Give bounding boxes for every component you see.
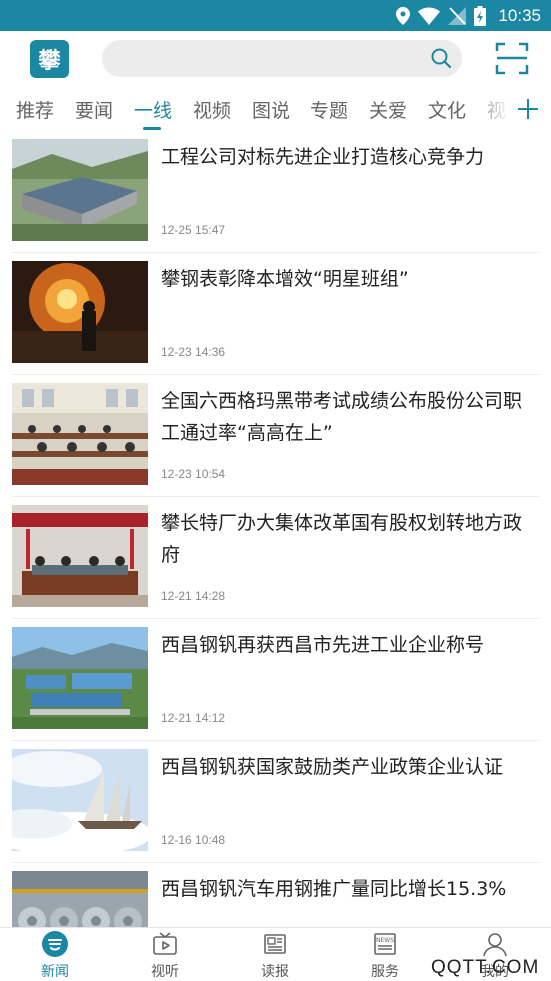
status-time: 10:35 <box>498 5 541 25</box>
news-list: 工程公司对标先进企业打造核心竞争力 12-25 15:47 攀钢表彰降本增效“明… <box>0 131 551 927</box>
location-icon <box>396 6 411 25</box>
nav-news[interactable]: 新闻 <box>15 928 95 981</box>
active-tab-indicator <box>143 127 161 130</box>
tab-culture[interactable]: 文化 <box>428 96 466 123</box>
channel-tabs: 推荐 要闻 一线 视频 图说 专题 关爱 文化 视 <box>0 89 551 131</box>
news-time: 12-21 14:28 <box>161 589 226 603</box>
tab-frontline[interactable]: 一线 <box>134 96 172 123</box>
nav-read-paper[interactable]: 读报 <box>235 928 315 981</box>
news-time: 12-23 14:36 <box>161 345 226 359</box>
news-thumbnail-meeting <box>12 505 148 607</box>
nav-label: 服务 <box>371 964 399 980</box>
news-item[interactable]: 西昌钢钒汽车用钢推广量同比增长15.3% <box>0 863 551 927</box>
nav-service[interactable]: NEWS 服务 <box>345 928 425 981</box>
news-item[interactable]: 攀钢表彰降本增效“明星班组” 12-23 14:36 <box>0 253 551 375</box>
nav-label: 新闻 <box>41 964 69 980</box>
search-icon[interactable] <box>430 47 452 69</box>
news-thumbnail-furnace <box>12 261 148 363</box>
user-icon <box>483 933 507 957</box>
app-logo[interactable]: 攀 <box>30 40 69 78</box>
news-time: 12-23 10:54 <box>161 467 226 481</box>
nav-audio-video[interactable]: 视听 <box>125 928 205 981</box>
news-title: 西昌钢钒获国家鼓励类产业政策企业认证 <box>161 756 504 778</box>
news-thumbnail-industrial-park <box>12 627 148 729</box>
wifi-icon <box>418 7 441 25</box>
status-bar: 10:35 <box>0 0 551 31</box>
nav-label: 读报 <box>261 964 289 980</box>
status-icons: 10:35 <box>396 0 541 31</box>
news-thumbnail-steel-coils <box>12 871 148 927</box>
watermark-text: QQTT.COM <box>431 957 540 978</box>
news-title: 攀钢表彰降本增效“明星班组” <box>161 268 409 290</box>
search-input[interactable] <box>102 40 462 77</box>
news-item[interactable]: 西昌钢钒获国家鼓励类产业政策企业认证 12-16 10:48 <box>0 741 551 863</box>
news-thumbnail-exam-hall <box>12 383 148 485</box>
tab-care[interactable]: 关爱 <box>369 96 407 123</box>
news-time: 12-25 15:47 <box>161 223 226 237</box>
tab-headlines[interactable]: 要闻 <box>75 96 113 123</box>
news-item[interactable]: 全国六西格玛黑带考试成绩公布股份公司职工通过率“高高在上” 12-23 10:5… <box>0 375 551 497</box>
scan-icon[interactable] <box>495 41 529 75</box>
tab-recommend[interactable]: 推荐 <box>16 96 54 123</box>
news-item[interactable]: 攀长特厂办大集体改革国有股权划转地方政府 12-21 14:28 <box>0 497 551 619</box>
news-logo-icon <box>42 931 68 957</box>
news-thumbnail-factory <box>12 139 148 241</box>
news-title: 攀长特厂办大集体改革国有股权划转地方政府 <box>161 512 523 566</box>
news-title: 西昌钢钒汽车用钢推广量同比增长15.3% <box>161 878 507 900</box>
svg-text:NEWS: NEWS <box>376 937 394 944</box>
app-logo-text: 攀 <box>38 49 61 74</box>
news-item[interactable]: 工程公司对标先进企业打造核心竞争力 12-25 15:47 <box>0 131 551 253</box>
news-service-icon: NEWS <box>374 933 396 955</box>
news-title: 西昌钢钒再获西昌市先进工业企业称号 <box>161 634 485 656</box>
newspaper-icon <box>264 934 286 954</box>
nav-label: 视听 <box>151 964 179 980</box>
news-time: 12-16 10:48 <box>161 833 226 847</box>
battery-icon <box>474 5 487 26</box>
news-thumbnail-sailing-ship <box>12 749 148 851</box>
news-item[interactable]: 西昌钢钒再获西昌市先进工业企业称号 12-21 14:12 <box>0 619 551 741</box>
tv-play-icon <box>153 932 177 955</box>
tab-topics[interactable]: 专题 <box>310 96 348 123</box>
tabs-fade <box>470 89 510 131</box>
tab-video[interactable]: 视频 <box>193 96 231 123</box>
add-channel-icon[interactable] <box>516 97 540 121</box>
app-header: 攀 <box>0 31 551 89</box>
news-title: 全国六西格玛黑带考试成绩公布股份公司职工通过率“高高在上” <box>161 390 523 444</box>
signal-icon <box>448 6 467 25</box>
news-title: 工程公司对标先进企业打造核心竞争力 <box>161 146 485 168</box>
tab-photo[interactable]: 图说 <box>252 96 290 123</box>
news-time: 12-21 14:12 <box>161 711 226 725</box>
